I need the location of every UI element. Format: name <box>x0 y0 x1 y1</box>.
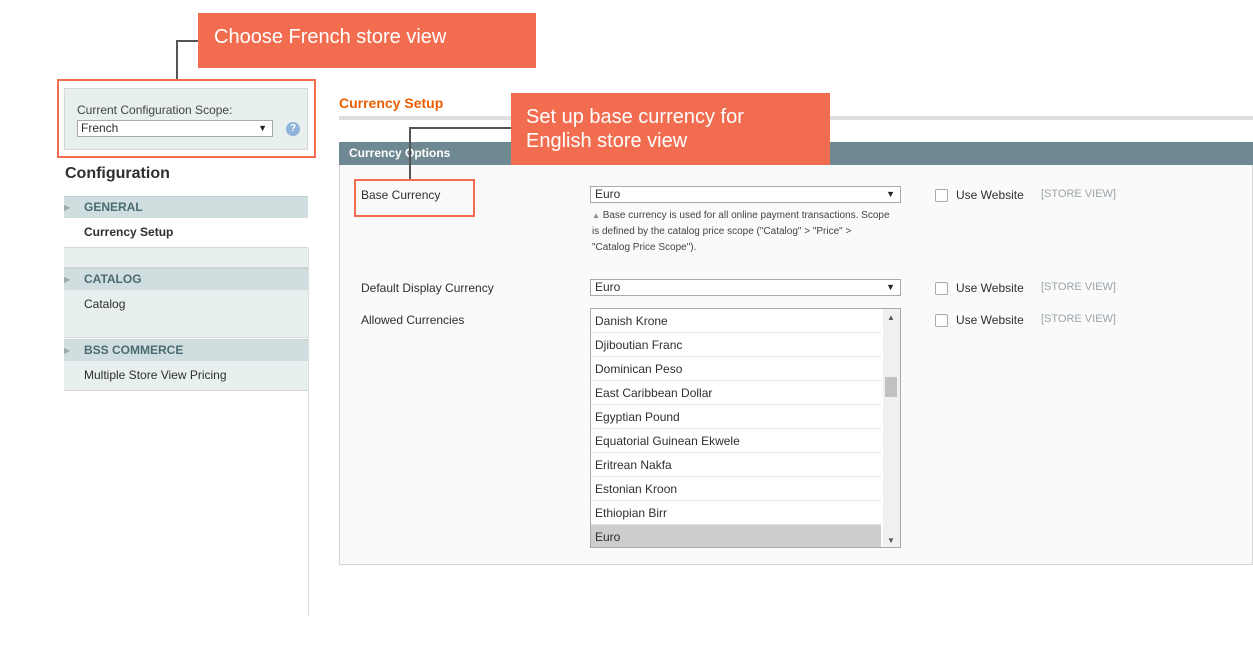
leader-line <box>409 127 411 179</box>
leader-line <box>176 40 198 42</box>
allowed-currencies-multiselect[interactable]: Danish Krone Djiboutian Franc Dominican … <box>590 308 901 548</box>
use-website-checkbox[interactable] <box>935 314 948 327</box>
scope-select[interactable]: French ▼ <box>77 120 273 137</box>
sidebar-item-currency-setup[interactable]: Currency Setup <box>64 218 308 248</box>
list-item[interactable]: Eritrean Nakfa <box>591 453 881 477</box>
leader-line <box>176 40 178 80</box>
note-text: Base currency is used for all online pay… <box>592 210 890 253</box>
triangle-right-icon: ▶ <box>64 346 71 355</box>
list-item[interactable]: Dominican Peso <box>591 357 881 381</box>
list-item[interactable]: Danish Krone <box>591 309 881 333</box>
sidebar-group-general[interactable]: ▶ GENERAL <box>64 196 308 218</box>
sidebar-item-label: Currency Setup <box>84 225 174 239</box>
chevron-down-icon: ▼ <box>886 189 895 199</box>
list-item[interactable]: Ethiopian Birr <box>591 501 881 525</box>
scope-label: Current Configuration Scope: <box>77 103 233 117</box>
sidebar-group-label: GENERAL <box>84 200 143 214</box>
use-website-label: Use Website <box>956 188 1024 202</box>
scrollbar[interactable]: ▲ ▼ <box>883 309 900 547</box>
use-website-label: Use Website <box>956 313 1024 327</box>
scope-tag: [STORE VIEW] <box>1041 313 1116 325</box>
fieldset-title: Currency Options <box>349 146 451 160</box>
sidebar-divider <box>308 248 309 616</box>
allowed-currencies-label: Allowed Currencies <box>361 313 465 327</box>
list-item[interactable]: Estonian Kroon <box>591 477 881 501</box>
base-currency-value: Euro <box>595 187 621 201</box>
base-currency-label: Base Currency <box>361 188 441 202</box>
triangle-right-icon: ▶ <box>64 275 71 284</box>
default-display-currency-value: Euro <box>595 280 621 294</box>
triangle-right-icon: ▶ <box>64 203 71 212</box>
list-item[interactable]: Djiboutian Franc <box>591 333 881 357</box>
sidebar-item-label: Catalog <box>84 297 126 311</box>
sidebar-spacer <box>64 248 308 268</box>
leader-line <box>409 127 511 129</box>
use-website-checkbox[interactable] <box>935 282 948 295</box>
base-currency-note: ▲ Base currency is used for all online p… <box>592 208 892 256</box>
default-display-currency-label: Default Display Currency <box>361 281 494 295</box>
scroll-up-icon[interactable]: ▲ <box>887 313 895 322</box>
base-currency-select[interactable]: Euro ▼ <box>590 186 901 203</box>
sidebar-title: Configuration <box>65 165 170 182</box>
callout-text: English store view <box>526 130 688 152</box>
scope-switcher: Current Configuration Scope: French ▼ ? <box>64 88 308 150</box>
list-item[interactable]: East Caribbean Dollar <box>591 381 881 405</box>
sidebar-item-catalog[interactable]: Catalog <box>64 290 308 338</box>
callout-text: Set up base currency for <box>526 106 744 128</box>
list-item[interactable]: Equatorial Guinean Ekwele <box>591 429 881 453</box>
callout-base-currency: Set up base currency for English store v… <box>511 93 830 165</box>
sidebar-group-label: CATALOG <box>84 272 142 286</box>
chevron-down-icon: ▼ <box>886 282 895 292</box>
scope-tag: [STORE VIEW] <box>1041 188 1116 200</box>
sidebar-group-catalog[interactable]: ▶ CATALOG <box>64 268 308 290</box>
callout-choose-store-view: Choose French store view <box>198 13 536 68</box>
scope-tag: [STORE VIEW] <box>1041 281 1116 293</box>
scroll-down-icon[interactable]: ▼ <box>887 536 895 545</box>
list-item[interactable]: Egyptian Pound <box>591 405 881 429</box>
list-item-selected[interactable]: Euro <box>591 525 881 547</box>
callout-text: Choose French store view <box>214 26 447 48</box>
default-display-currency-select[interactable]: Euro ▼ <box>590 279 901 296</box>
page-title: Currency Setup <box>339 95 444 111</box>
sidebar-group-bss-commerce[interactable]: ▶ BSS COMMERCE <box>64 339 308 361</box>
triangle-up-icon: ▲ <box>592 211 600 220</box>
help-icon[interactable]: ? <box>286 122 300 136</box>
sidebar-item-label: Multiple Store View Pricing <box>84 368 227 382</box>
scope-value: French <box>81 121 119 135</box>
scrollbar-thumb[interactable] <box>885 377 897 397</box>
use-website-checkbox[interactable] <box>935 189 948 202</box>
sidebar-group-label: BSS COMMERCE <box>84 343 184 357</box>
sidebar-item-multiple-store-view-pricing[interactable]: Multiple Store View Pricing <box>64 361 308 391</box>
use-website-label: Use Website <box>956 281 1024 295</box>
chevron-down-icon: ▼ <box>258 123 267 133</box>
